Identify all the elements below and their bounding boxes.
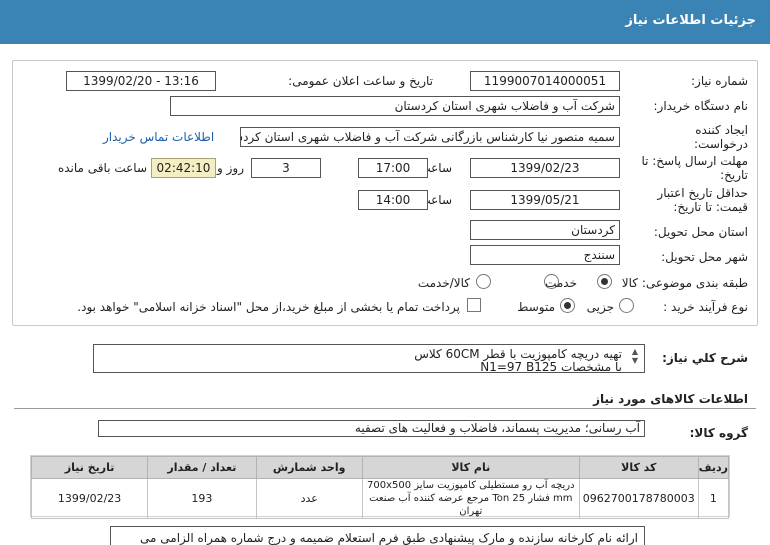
buyer-org-label: نام دستگاه خریدار: — [653, 99, 749, 113]
cell-name: دریچه آب رو مستطیلی کامپوزیت سایز 700x50… — [361, 478, 580, 519]
process-option-minor: جزیی — [586, 300, 614, 314]
col-qty: تعداد / مقدار — [147, 456, 257, 479]
category-radio-goods-service[interactable] — [476, 274, 491, 289]
process-option-medium: متوسط — [517, 300, 555, 314]
announce-date-label: تاریخ و ساعت اعلان عمومی: — [288, 74, 433, 88]
city-field: سنندج — [470, 245, 620, 265]
days-field: 3 — [251, 158, 321, 178]
buyer-note-box: ارائه نام کارخانه سازنده و مارک پیشنهادی… — [110, 526, 645, 545]
cell-row: 1 — [697, 478, 730, 519]
creator-field: سمیه منصور نیا کارشناس بازرگانی شرکت آب … — [240, 127, 620, 147]
col-row: ردیف — [697, 456, 730, 479]
cell-date: 1399/02/23 — [30, 478, 149, 519]
page-header: جزئیات اطلاعات نیاز — [0, 0, 770, 44]
col-unit: واحد شمارش — [255, 456, 363, 479]
province-field: کردستان — [470, 220, 620, 240]
validity-label: حداقل تاریخ اعتبار قیمت: تا تاریخ: — [657, 186, 748, 214]
process-radio-minor[interactable] — [619, 298, 634, 313]
page-title: جزئیات اطلاعات نیاز — [625, 13, 756, 28]
goods-group-label: گروه کالا: — [689, 426, 748, 440]
textarea-scroll-icon[interactable]: ▲ ▼ — [630, 347, 640, 369]
cell-code: 0962700178780003 — [578, 478, 699, 519]
section-divider — [14, 408, 756, 409]
process-radio-medium[interactable] — [560, 298, 575, 313]
items-section-title: اطلاعات کالاهای مورد نیاز — [593, 392, 748, 406]
table-header-row: ردیف کد کالا نام کالا واحد شمارش تعداد /… — [30, 456, 730, 479]
buyer-org-field: شرکت آب و فاضلاب شهری استان کردستان — [170, 96, 620, 116]
treasury-payment-note: پرداخت تمام یا بخشی از مبلغ خرید،از محل … — [77, 300, 460, 314]
cell-qty: 193 — [147, 478, 257, 519]
creator-label: ایجاد کننده درخواست: — [694, 123, 748, 151]
category-option-goods-service: کالا/خدمت — [417, 276, 470, 290]
need-number-field: 1199007014000051 — [470, 71, 620, 91]
buyer-note-text: ارائه نام کارخانه سازنده و مارک پیشنهادی… — [140, 531, 638, 545]
remaining-time-label: ساعت باقی مانده — [57, 161, 147, 175]
summary-line-2: با مشخصات N1=97 B125 — [480, 360, 622, 374]
remaining-time-field: 02:42:10 — [151, 158, 216, 178]
items-table: ردیف کد کالا نام کالا واحد شمارش تعداد /… — [30, 456, 730, 519]
province-label: استان محل تحویل: — [653, 225, 748, 239]
deadline-time-field: 17:00 — [358, 158, 428, 178]
announce-date-field: 1399/02/20 - 13:16 — [66, 71, 216, 91]
days-label: روز و — [217, 161, 244, 175]
category-option-service: خدمت — [545, 276, 577, 290]
category-option-goods: کالا — [621, 276, 638, 290]
category-label: طبقه بندی موضوعی: — [641, 276, 748, 290]
goods-group-field: آب رسانی؛ مدیریت پسماند، فاضلاب و فعالیت… — [98, 420, 645, 437]
city-label: شهر محل تحویل: — [661, 250, 748, 264]
cell-unit: عدد — [255, 478, 363, 519]
category-radio-goods[interactable] — [597, 274, 612, 289]
summary-textarea[interactable]: تهیه دریچه کامپوزیت با قطر 60CM کلاس با … — [93, 344, 645, 374]
summary-line-1: تهیه دریچه کامپوزیت با قطر 60CM کلاس — [414, 347, 622, 361]
col-date: تاریخ نیاز — [30, 456, 149, 479]
need-number-label: شماره نیاز: — [691, 74, 748, 88]
deadline-date-field: 1399/02/23 — [470, 158, 620, 178]
contact-buyer-link[interactable]: اطلاعات تماس خریدار — [103, 130, 214, 144]
items-table-wrap: ردیف کد کالا نام کالا واحد شمارش تعداد /… — [30, 455, 730, 519]
table-row[interactable]: 1 0962700178780003 دریچه آب رو مستطیلی ک… — [30, 478, 730, 519]
process-label: نوع فرآیند خرید : — [663, 300, 748, 314]
deadline-label: مهلت ارسال پاسخ: تا تاریخ: — [641, 154, 748, 182]
col-code: کد کالا — [578, 456, 699, 479]
summary-label: شرح کلي نياز: — [662, 351, 748, 365]
validity-time-field: 14:00 — [358, 190, 428, 210]
validity-date-field: 1399/05/21 — [470, 190, 620, 210]
col-name: نام کالا — [361, 456, 580, 479]
treasury-payment-checkbox[interactable] — [467, 298, 481, 312]
